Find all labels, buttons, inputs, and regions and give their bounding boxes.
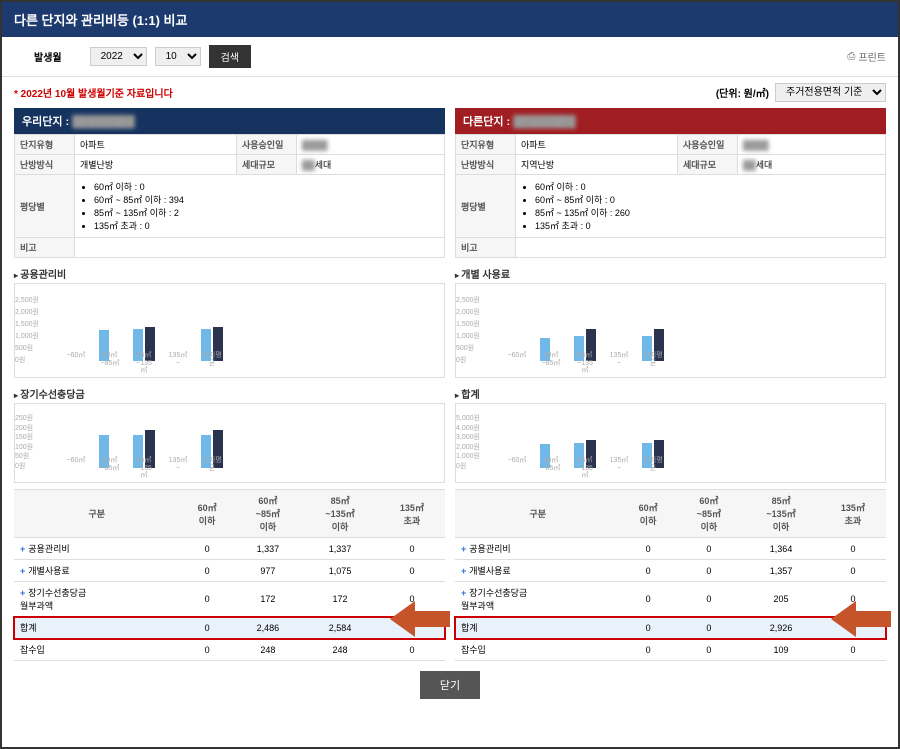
right-chart2: 0원1,000원2,000원3,000원4,000원5,000원~60㎡60㎡~…	[455, 403, 886, 483]
sub-header: * 2022년 10월 발생월기준 자료입니다 (단위: 원/㎡) 주거전용면적…	[2, 77, 898, 108]
filter-label: 발생월	[34, 49, 62, 64]
right-table-wrap: 구분60㎡이하60㎡~85㎡이하85㎡~135㎡이하135㎡초과+공용관리비00…	[455, 489, 886, 661]
arrow-icon	[831, 599, 891, 639]
table-row: 합계002,9260	[455, 617, 886, 639]
right-data-table: 구분60㎡이하60㎡~85㎡이하85㎡~135㎡이하135㎡초과+공용관리비00…	[455, 489, 886, 661]
expand-icon[interactable]: +	[20, 588, 25, 598]
page-title: 다른 단지와 관리비등 (1:1) 비교	[2, 2, 898, 37]
expand-icon[interactable]: +	[461, 544, 466, 554]
left-column: 우리단지 : ████████ 단지유형아파트사용승인일████ 난방방식개별난…	[14, 108, 445, 661]
table-row: 합계02,4862,5840	[14, 617, 445, 639]
filter-bar: 발생월 2022 10 검색 ⎙ 프린트	[2, 37, 898, 77]
table-row: +장기수선충당금월부과액002050	[455, 582, 886, 617]
right-chart2-title: 합계	[455, 386, 886, 401]
compare-columns: 우리단지 : ████████ 단지유형아파트사용승인일████ 난방방식개별난…	[2, 108, 898, 661]
table-row: +개별사용료001,3570	[455, 560, 886, 582]
search-button[interactable]: 검색	[209, 45, 251, 68]
left-badge: 우리단지 : ████████	[14, 108, 445, 134]
footer: 닫기	[2, 661, 898, 709]
left-chart1: 0원500원1,000원1,500원2,000원2,500원~60㎡60㎡~85…	[14, 283, 445, 378]
table-row: 잡수입001090	[455, 639, 886, 661]
left-chart2: 0원50원100원150원200원250원~60㎡60㎡~85㎡85㎡~135㎡…	[14, 403, 445, 483]
unit-label: (단위: 원/㎡)	[716, 85, 769, 100]
left-table-wrap: 구분60㎡이하60㎡~85㎡이하85㎡~135㎡이하135㎡초과+공용관리비01…	[14, 489, 445, 661]
app-window: 다른 단지와 관리비등 (1:1) 비교 발생월 2022 10 검색 ⎙ 프린…	[0, 0, 900, 749]
right-badge: 다른단지 : ████████	[455, 108, 886, 134]
right-complex-name: ████████	[513, 116, 575, 128]
arrow-icon	[390, 599, 450, 639]
left-chart2-title: 장기수선충당금	[14, 386, 445, 401]
unit-select[interactable]: 주거전용면적 기준	[775, 83, 886, 102]
table-row: 잡수입02482480	[14, 639, 445, 661]
right-pyong-list: 60㎡ 이하 : 0 60㎡ ~ 85㎡ 이하 : 0 85㎡ ~ 135㎡ 이…	[521, 180, 880, 232]
right-chart1: 0원500원1,000원1,500원2,000원2,500원~60㎡60㎡~85…	[455, 283, 886, 378]
left-data-table: 구분60㎡이하60㎡~85㎡이하85㎡~135㎡이하135㎡초과+공용관리비01…	[14, 489, 445, 661]
expand-icon[interactable]: +	[20, 544, 25, 554]
table-row: +장기수선충당금월부과액01721720	[14, 582, 445, 617]
expand-icon[interactable]: +	[461, 588, 466, 598]
table-row: +공용관리비001,3640	[455, 538, 886, 560]
unit-box: (단위: 원/㎡) 주거전용면적 기준	[716, 83, 886, 102]
left-info-table: 단지유형아파트사용승인일████ 난방방식개별난방세대규모██세대 평당별 60…	[14, 134, 445, 258]
right-chart1-title: 개별 사용료	[455, 266, 886, 281]
table-row: +개별사용료09771,0750	[14, 560, 445, 582]
left-chart1-title: 공용관리비	[14, 266, 445, 281]
expand-icon[interactable]: +	[20, 566, 25, 576]
print-icon: ⎙	[847, 51, 855, 62]
table-row: +공용관리비01,3371,3370	[14, 538, 445, 560]
left-complex-name: ████████	[72, 116, 134, 128]
month-select[interactable]: 10	[155, 47, 201, 66]
notice-text: * 2022년 10월 발생월기준 자료입니다	[14, 85, 173, 100]
right-column: 다른단지 : ████████ 단지유형아파트사용승인일████ 난방방식지역난…	[455, 108, 886, 661]
left-pyong-list: 60㎡ 이하 : 0 60㎡ ~ 85㎡ 이하 : 394 85㎡ ~ 135㎡…	[80, 180, 439, 232]
close-button[interactable]: 닫기	[420, 671, 480, 699]
print-link[interactable]: ⎙ 프린트	[847, 49, 886, 64]
year-select[interactable]: 2022	[90, 47, 147, 66]
right-info-table: 단지유형아파트사용승인일████ 난방방식지역난방세대규모██세대 평당별 60…	[455, 134, 886, 258]
expand-icon[interactable]: +	[461, 566, 466, 576]
